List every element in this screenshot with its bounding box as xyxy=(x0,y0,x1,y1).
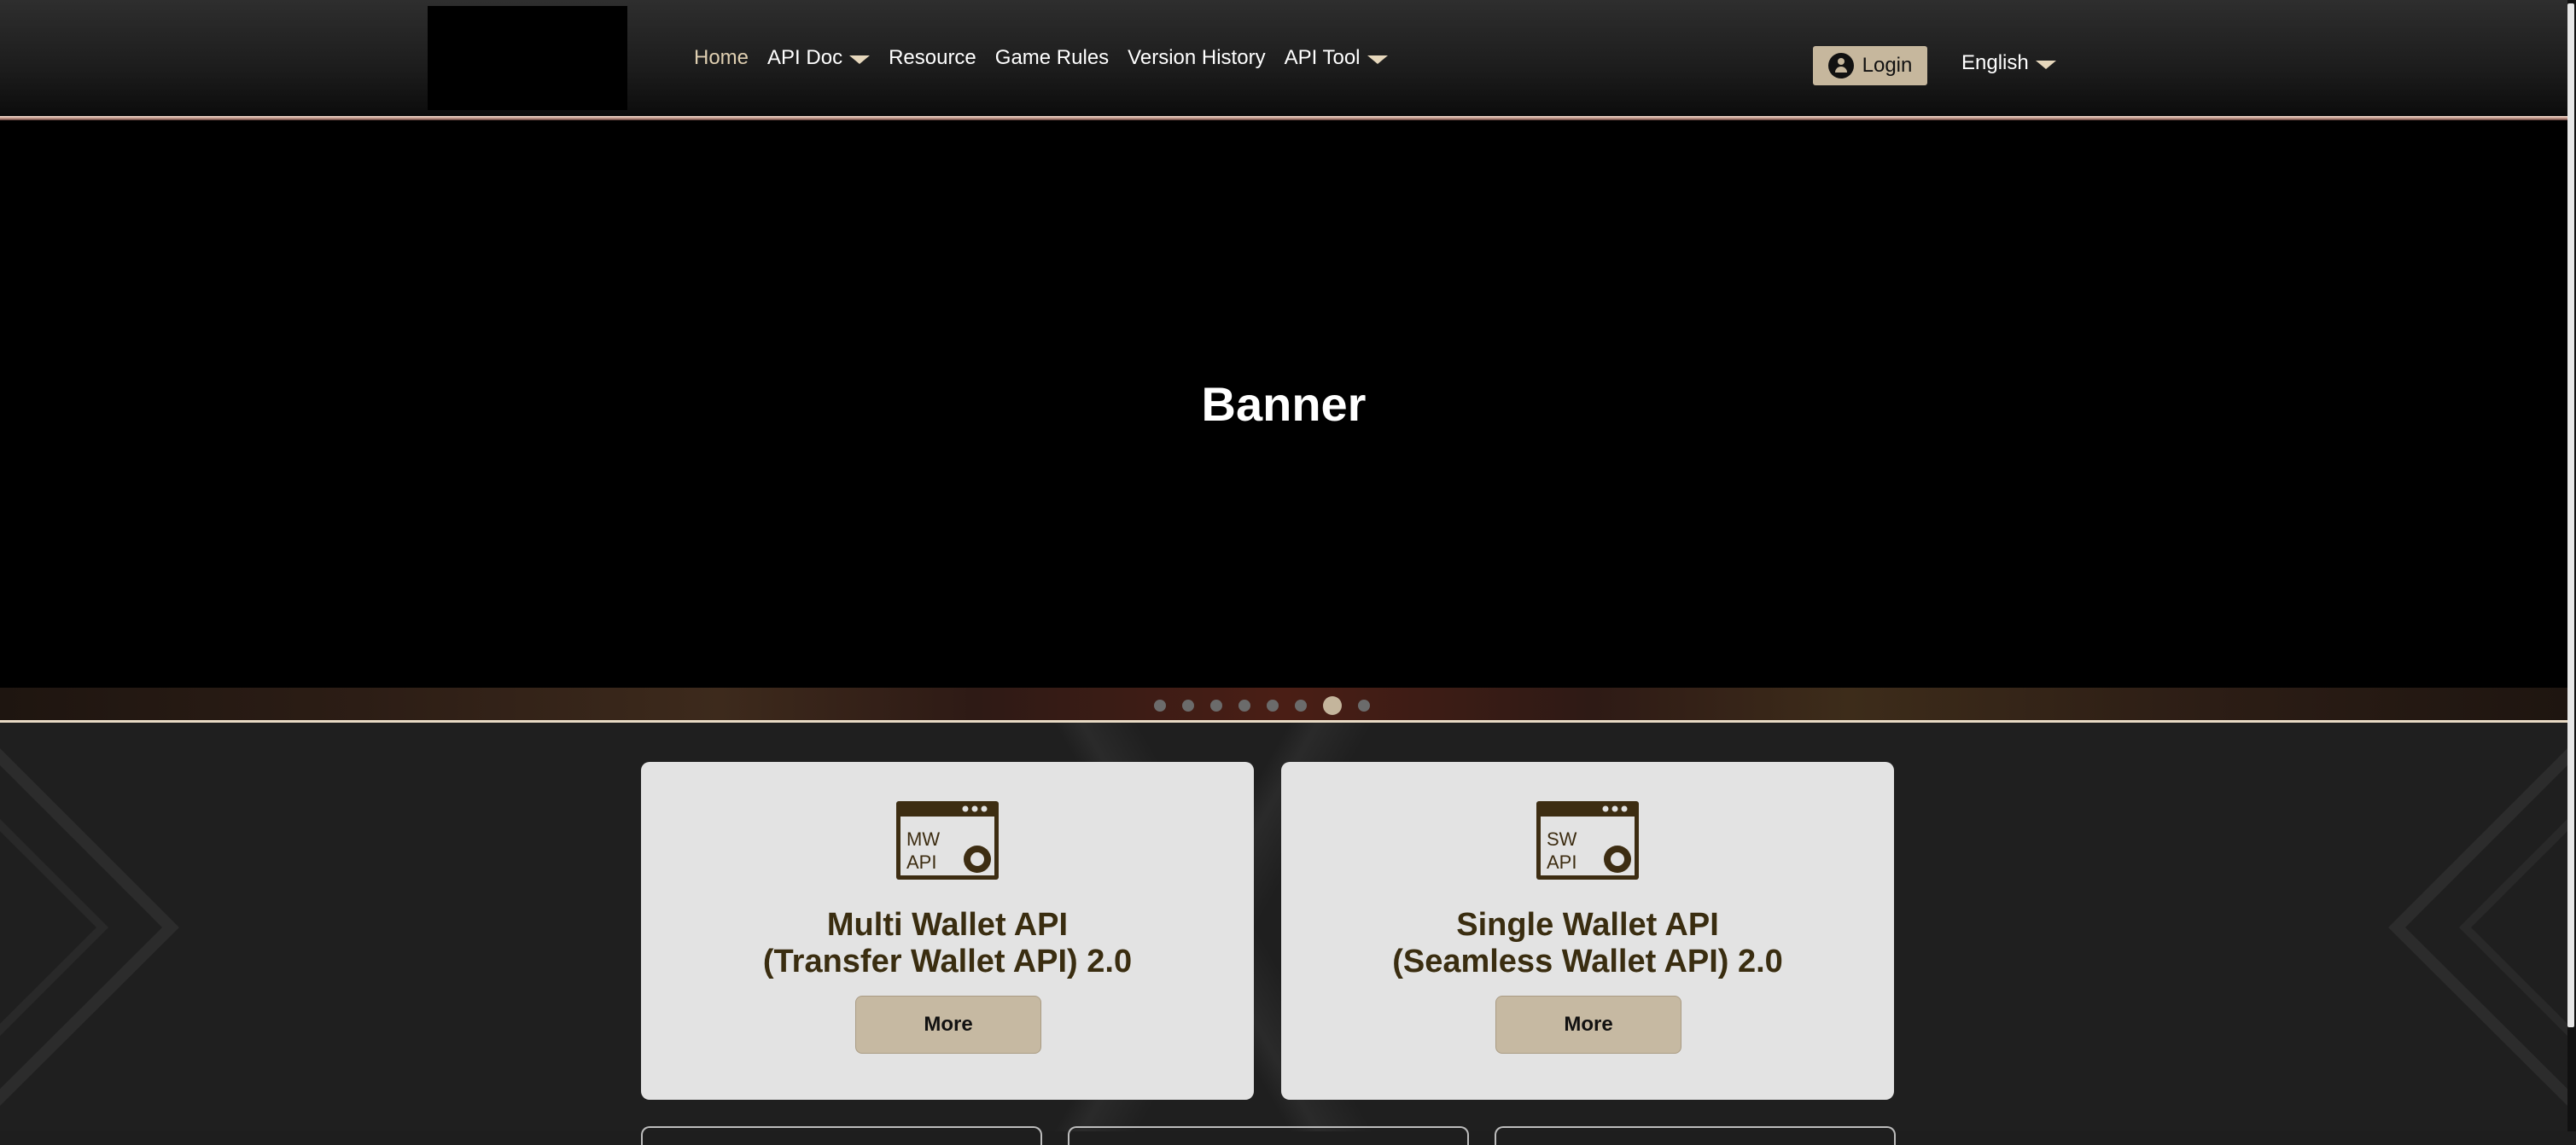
nav-item-game-rules[interactable]: Game Rules xyxy=(995,46,1109,70)
card-title-line: Single Wallet API xyxy=(1456,907,1719,943)
caret-down-icon xyxy=(849,55,871,64)
carousel-dots xyxy=(1154,695,1386,716)
logo[interactable] xyxy=(428,6,627,110)
nav-item-label: Home xyxy=(694,46,749,69)
card-title: Multi Wallet API (Transfer Wallet API) 2… xyxy=(641,907,1254,980)
nav-item-api-tool[interactable]: API Tool xyxy=(1285,46,1388,70)
nav-item-label: Resource xyxy=(889,46,976,69)
nav-item-label: API Doc xyxy=(767,46,843,69)
carousel-dot[interactable] xyxy=(1295,700,1307,712)
nav-item-label: API Tool xyxy=(1284,46,1361,69)
login-button[interactable]: Login xyxy=(1813,46,1927,85)
user-icon xyxy=(1827,53,1854,78)
main-nav: Home API Doc Resource Game Rules Version… xyxy=(694,41,1407,75)
nav-item-resource[interactable]: Resource xyxy=(889,46,976,70)
language-selector[interactable]: English xyxy=(1961,51,2056,75)
caret-down-icon xyxy=(2035,60,2056,69)
svg-text:SW: SW xyxy=(1547,828,1577,850)
caret-down-icon xyxy=(1367,55,1388,64)
background-decoration xyxy=(0,748,179,1107)
card-title-line: (Seamless Wallet API) 2.0 xyxy=(1392,944,1783,979)
sw-api-icon: SW API xyxy=(1536,801,1639,880)
api-card-multi-wallet: MW API Multi Wallet API (Transfer Wallet… xyxy=(641,762,1254,1100)
card-title-line: Multi Wallet API xyxy=(826,907,1069,943)
site-header: Home API Doc Resource Game Rules Version… xyxy=(0,0,2567,116)
more-button[interactable]: More xyxy=(855,996,1041,1054)
svg-text:MW: MW xyxy=(906,828,940,850)
card-title: Single Wallet API (Seamless Wallet API) … xyxy=(1281,907,1894,980)
card-title-line: (Transfer Wallet API) 2.0 xyxy=(762,944,1133,979)
carousel-dot[interactable] xyxy=(1323,696,1342,715)
carousel-dot[interactable] xyxy=(1238,700,1250,712)
carousel-dot[interactable] xyxy=(1182,700,1194,712)
api-card-partial xyxy=(1495,1126,1896,1145)
background-decoration xyxy=(2388,748,2567,1107)
carousel-dot[interactable] xyxy=(1267,700,1279,712)
nav-item-version-history[interactable]: Version History xyxy=(1128,46,1265,70)
carousel-dot[interactable] xyxy=(1154,700,1166,712)
api-card-single-wallet: SW API Single Wallet API (Seamless Walle… xyxy=(1281,762,1894,1100)
nav-item-home[interactable]: Home xyxy=(694,46,749,70)
scrollbar-thumb[interactable] xyxy=(2567,3,2574,1027)
login-label: Login xyxy=(1862,54,1913,77)
nav-item-label: Game Rules xyxy=(994,46,1110,69)
banner-title: Banner xyxy=(1201,377,1367,431)
mw-api-icon: MW API xyxy=(896,801,999,880)
banner-carousel[interactable]: Banner xyxy=(0,120,2567,688)
svg-text:API: API xyxy=(906,851,936,873)
main-content: MW API Multi Wallet API (Transfer Wallet… xyxy=(0,723,2567,1145)
nav-item-label: Version History xyxy=(1128,46,1266,69)
svg-text:API: API xyxy=(1547,851,1576,873)
nav-item-api-doc[interactable]: API Doc xyxy=(767,46,871,70)
api-card-partial xyxy=(641,1126,1042,1145)
api-card-partial xyxy=(1068,1126,1469,1145)
carousel-dot[interactable] xyxy=(1210,700,1222,712)
carousel-dot[interactable] xyxy=(1358,700,1370,712)
more-button[interactable]: More xyxy=(1495,996,1681,1054)
language-label: English xyxy=(1961,51,2029,74)
